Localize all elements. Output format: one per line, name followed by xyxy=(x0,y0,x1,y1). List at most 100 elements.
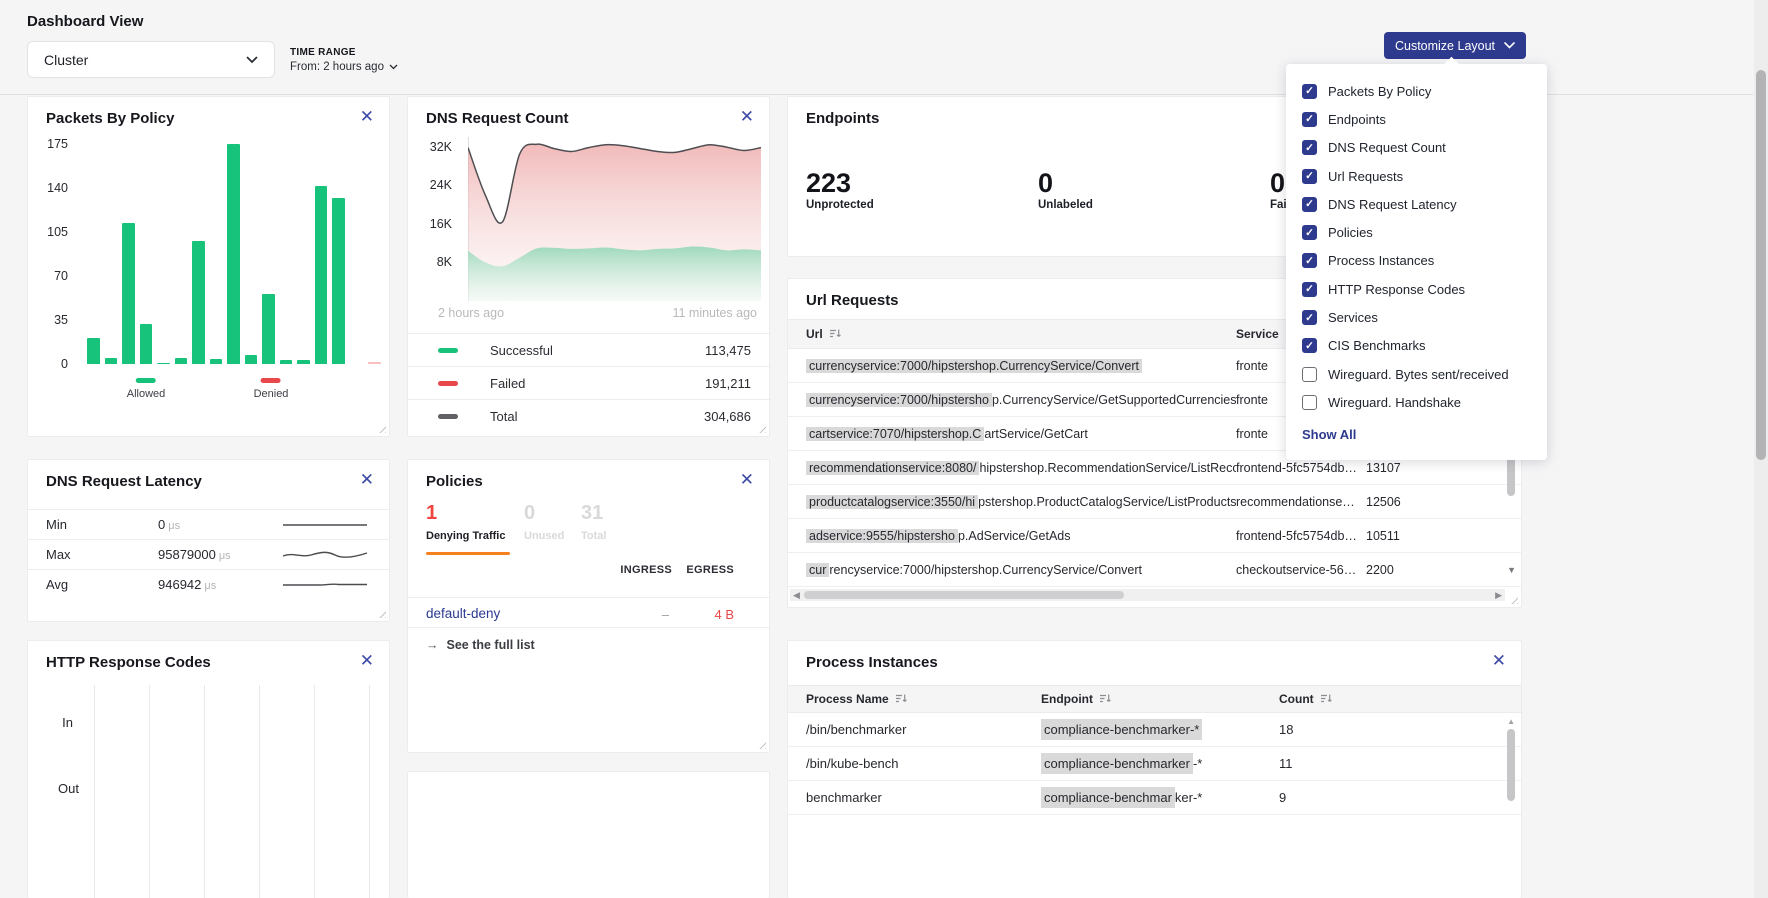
close-icon[interactable]: ✕ xyxy=(740,471,754,488)
column-header-endpoint[interactable]: Endpoint xyxy=(1041,692,1279,707)
table-row[interactable]: currencyservice:7000/hipstershop.Currenc… xyxy=(788,553,1521,587)
table-row[interactable]: /bin/kube-bench compliance-benchmarker-*… xyxy=(788,747,1521,781)
checkbox[interactable]: ✓ xyxy=(1302,395,1317,410)
resize-handle[interactable] xyxy=(377,609,386,618)
menu-item[interactable]: ✓ Services xyxy=(1302,303,1531,331)
menu-item[interactable]: ✓ Endpoints xyxy=(1302,105,1531,133)
url-highlight: cartservice:7070/hipstershop.C xyxy=(806,427,984,441)
legend-swatch xyxy=(438,381,458,386)
show-all-link[interactable]: Show All xyxy=(1302,427,1531,442)
scroll-down-arrow-icon[interactable]: ▼ xyxy=(1507,565,1516,575)
cluster-select[interactable]: Cluster xyxy=(27,41,275,78)
menu-item-label: Wireguard. Handshake xyxy=(1328,395,1461,410)
policy-name-link[interactable]: default-deny xyxy=(426,606,500,621)
checkbox[interactable]: ✓ xyxy=(1302,253,1317,268)
latency-table: Min 0μs Max 95879000μs Avg 946942μs xyxy=(28,509,389,599)
card-title: DNS Request Count xyxy=(426,110,569,127)
close-icon[interactable]: ✕ xyxy=(360,471,374,488)
table-row[interactable]: benchmarker compliance-benchmarker-* 9 xyxy=(788,781,1521,815)
scroll-right-arrow-icon[interactable]: ▶ xyxy=(1495,590,1502,601)
menu-item[interactable]: ✓ HTTP Response Codes xyxy=(1302,275,1531,303)
stat-value: 0 xyxy=(1038,169,1270,197)
time-range-label: TIME RANGE xyxy=(290,47,398,58)
scroll-up-arrow-icon[interactable]: ▲ xyxy=(1507,717,1515,726)
sort-icon xyxy=(829,328,841,342)
customize-layout-button[interactable]: Customize Layout xyxy=(1384,32,1526,59)
tab-total[interactable]: 31 Total xyxy=(581,500,631,542)
menu-item-label: Packets By Policy xyxy=(1328,84,1431,99)
checkbox[interactable]: ✓ xyxy=(1302,310,1317,325)
menu-item[interactable]: ✓ CIS Benchmarks xyxy=(1302,332,1531,360)
chevron-down-icon xyxy=(246,56,258,64)
close-icon[interactable]: ✕ xyxy=(360,652,374,669)
tab-denying-traffic[interactable]: 1 Denying Traffic xyxy=(426,500,524,542)
page-scrollbar[interactable] xyxy=(1754,0,1768,898)
checkbox[interactable]: ✓ xyxy=(1302,282,1317,297)
table-row[interactable]: adservice:9555/hipstershop.AdService/Get… xyxy=(788,519,1521,553)
x-axis-end-label: 11 minutes ago xyxy=(672,306,757,320)
vertical-scrollbar[interactable] xyxy=(1507,729,1515,801)
allowed-swatch xyxy=(136,378,156,383)
resize-handle[interactable] xyxy=(377,424,386,433)
checkbox[interactable]: ✓ xyxy=(1302,84,1317,99)
y-label-in: In xyxy=(62,715,73,730)
close-icon[interactable]: ✕ xyxy=(360,108,374,125)
denied-bar xyxy=(368,362,381,365)
x-axis-start-label: 2 hours ago xyxy=(438,306,504,320)
close-icon[interactable]: ✕ xyxy=(740,108,754,125)
legend-row: Successful 113,475 xyxy=(408,333,771,366)
checkbox[interactable]: ✓ xyxy=(1302,197,1317,212)
menu-item-label: DNS Request Latency xyxy=(1328,197,1457,212)
table-row[interactable]: productcatalogservice:3550/hipstershop.P… xyxy=(788,485,1521,519)
menu-item[interactable]: ✓ Process Instances xyxy=(1302,247,1531,275)
column-header-process-name[interactable]: Process Name xyxy=(788,692,1041,707)
process-name-cell: benchmarker xyxy=(788,790,1041,805)
table-header: Process Name Endpoint Count xyxy=(788,685,1521,713)
legend-label: Denied xyxy=(254,388,289,400)
time-range-value[interactable]: From: 2 hours ago xyxy=(290,61,398,73)
tab-unused[interactable]: 0 Unused xyxy=(524,500,581,542)
checkbox[interactable]: ✓ xyxy=(1302,367,1317,382)
checkbox[interactable]: ✓ xyxy=(1302,140,1317,155)
checkbox[interactable]: ✓ xyxy=(1302,225,1317,240)
resize-handle[interactable] xyxy=(1509,595,1518,604)
active-tab-underline xyxy=(426,552,510,555)
menu-item[interactable]: ✓ DNS Request Count xyxy=(1302,134,1531,162)
page-scrollbar-thumb[interactable] xyxy=(1756,70,1766,460)
chevron-down-icon xyxy=(389,64,398,70)
card-title: DNS Request Latency xyxy=(46,473,202,490)
checkbox[interactable]: ✓ xyxy=(1302,169,1317,184)
partial-card xyxy=(407,771,770,898)
menu-item[interactable]: ✓ Url Requests xyxy=(1302,162,1531,190)
legend-row: Total 304,686 xyxy=(408,399,771,432)
policy-ingress-value: – xyxy=(662,607,669,622)
menu-item[interactable]: ✓ Policies xyxy=(1302,218,1531,246)
scroll-left-arrow-icon[interactable]: ◀ xyxy=(793,590,800,601)
checkbox[interactable]: ✓ xyxy=(1302,338,1317,353)
y-tick: 32K xyxy=(430,140,452,154)
horizontal-scroll-thumb[interactable] xyxy=(804,591,1124,599)
y-tick: 140 xyxy=(47,181,68,195)
menu-item[interactable]: ✓ Wireguard. Handshake xyxy=(1302,388,1531,416)
menu-item[interactable]: ✓ Packets By Policy xyxy=(1302,77,1531,105)
url-cell: adservice:9555/hipstershop.AdService/Get… xyxy=(788,529,1236,543)
policy-egress-value: 4 B xyxy=(714,607,734,622)
column-header-count[interactable]: Count xyxy=(1279,692,1429,707)
endpoint-cell: compliance-benchmarker-* xyxy=(1041,722,1279,737)
column-header-url[interactable]: Url xyxy=(788,327,1236,342)
horizontal-scrollbar[interactable]: ◀ ▶ xyxy=(790,589,1505,601)
url-cell: productcatalogservice:3550/hipstershop.P… xyxy=(788,495,1236,509)
menu-item[interactable]: ✓ DNS Request Latency xyxy=(1302,190,1531,218)
close-icon[interactable]: ✕ xyxy=(1492,652,1506,669)
latency-label: Avg xyxy=(46,577,68,592)
process-table-body: /bin/benchmarker compliance-benchmarker-… xyxy=(788,713,1521,815)
menu-item[interactable]: ✓ Wireguard. Bytes sent/received xyxy=(1302,360,1531,388)
denied-swatch xyxy=(261,378,281,383)
table-row[interactable]: /bin/benchmarker compliance-benchmarker-… xyxy=(788,713,1521,747)
resize-handle[interactable] xyxy=(757,740,766,749)
checkbox[interactable]: ✓ xyxy=(1302,112,1317,127)
y-tick: 8K xyxy=(437,255,452,269)
legend-denied: Denied xyxy=(254,378,289,400)
stat-label: Unlabeled xyxy=(1038,199,1270,211)
see-full-list-link[interactable]: → See the full list xyxy=(426,638,535,652)
